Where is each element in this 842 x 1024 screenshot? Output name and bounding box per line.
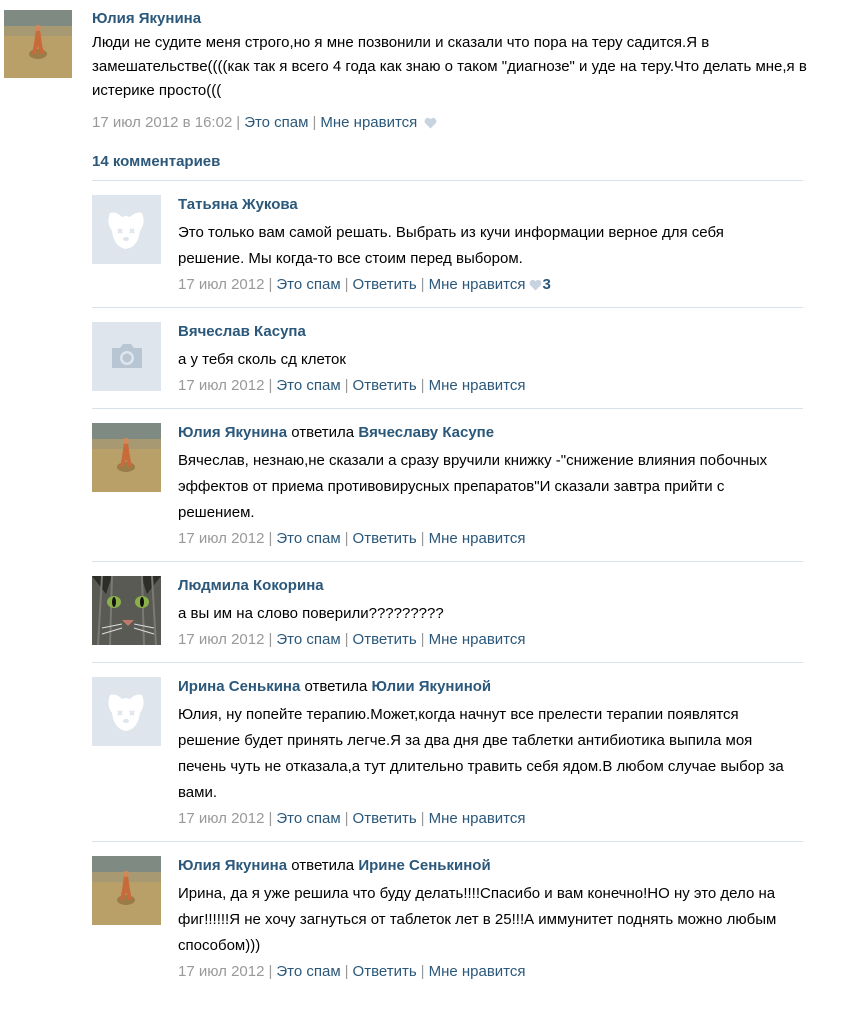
like-link[interactable]: Мне нравится	[429, 963, 526, 980]
reply-link[interactable]: Ответить	[353, 810, 417, 827]
reply-link[interactable]: Ответить	[353, 276, 417, 293]
reply-word: ответила	[291, 424, 355, 441]
comment-date: 17 июл 2012	[178, 963, 265, 980]
comment-text: Ирина, да я уже решила что буду делать!!…	[178, 885, 777, 954]
reply-word: ответила	[291, 857, 355, 874]
avatar[interactable]	[92, 423, 161, 492]
avatar[interactable]	[92, 856, 161, 925]
comment-meta: 17 июл 2012 | Это спам | Ответить | Мне нравит…	[178, 631, 526, 648]
like-link[interactable]: Мне нравится	[429, 377, 526, 394]
beach-photo-icon	[92, 423, 161, 492]
heart-icon[interactable]	[424, 117, 437, 129]
comment-text: а у тебя сколь сд клеток	[178, 351, 346, 368]
post-date: 17 июл 2012 в 16:02	[92, 114, 233, 131]
like-link[interactable]: Мне нравится	[429, 530, 526, 547]
comment-item: Людмила Кокорина а вы им на слово повери…	[92, 562, 803, 663]
reply-to-link[interactable]: Ирине Сенькиной	[358, 857, 490, 874]
comment-author-link[interactable]: Вячеслав Касупа	[178, 323, 306, 340]
reply-link[interactable]: Ответить	[353, 377, 417, 394]
comment-author-link[interactable]: Людмила Кокорина	[178, 577, 324, 594]
comment-author-link[interactable]: Юлия Якунина	[178, 424, 287, 441]
comment-header: Юлия Якунина ответила Вячеславу Касупе	[178, 423, 803, 443]
comment-text: Вячеслав, незнаю,не сказали а сразу вруч…	[178, 452, 768, 521]
reply-to-link[interactable]: Вячеславу Касупе	[358, 424, 494, 441]
dog-placeholder-icon	[92, 195, 161, 264]
comment-author-link[interactable]: Юлия Якунина	[178, 857, 287, 874]
comment-date: 17 июл 2012	[178, 810, 265, 827]
like-link[interactable]: Мне нравится	[429, 810, 526, 827]
comment-date: 17 июл 2012	[178, 530, 265, 547]
like-link[interactable]: Мне нравится	[429, 276, 526, 293]
spam-link[interactable]: Это спам	[276, 631, 340, 648]
avatar[interactable]	[4, 10, 72, 78]
comment-item: Ирина Сенькина ответила Юлии Якуниной Юл…	[92, 663, 803, 842]
reply-to-link[interactable]: Юлии Якуниной	[372, 678, 492, 695]
comment-text: а вы им на слово поверили?????????	[178, 605, 444, 622]
reply-word: ответила	[304, 678, 368, 695]
beach-photo-icon	[92, 856, 161, 925]
camera-placeholder-icon	[92, 322, 161, 391]
post-meta: 17 июл 2012 в 16:02 | Это спам | Мне нравитс…	[92, 113, 842, 133]
comment-item: Юлия Якунина ответила Ирине Сенькиной Ир…	[92, 842, 803, 994]
comment-item: Вячеслав Касупа а у тебя сколь сд клеток…	[92, 308, 803, 409]
comments-list: Татьяна Жукова Это только вам самой реша…	[92, 181, 803, 994]
comment-item: Татьяна Жукова Это только вам самой реша…	[92, 181, 803, 308]
avatar[interactable]	[92, 322, 161, 391]
comment-author-link[interactable]: Ирина Сенькина	[178, 678, 300, 695]
comment-item: Юлия Якунина ответила Вячеславу Касупе В…	[92, 409, 803, 562]
wall-post: Юлия Якунина Люди не судите меня строго,…	[0, 0, 842, 150]
comments-header[interactable]: 14 комментариев	[92, 153, 803, 181]
comment-header: Ирина Сенькина ответила Юлии Якуниной	[178, 677, 803, 697]
spam-link[interactable]: Это спам	[276, 276, 340, 293]
post-text: Люди не судите меня строго,но я мне позв…	[92, 34, 807, 99]
comment-header: Вячеслав Касупа	[178, 322, 803, 342]
comment-meta: 17 июл 2012 | Это спам | Ответить | Мне нравит…	[178, 963, 526, 980]
comment-header: Людмила Кокорина	[178, 576, 803, 596]
comment-meta: 17 июл 2012 | Это спам | Ответить | Мне нравит…	[178, 276, 551, 293]
comment-meta: 17 июл 2012 | Это спам | Ответить | Мне нравит…	[178, 810, 526, 827]
dog-placeholder-icon	[92, 677, 161, 746]
comment-text: Юлия, ну попейте терапию.Может,когда нач…	[178, 706, 784, 801]
comment-date: 17 июл 2012	[178, 377, 265, 394]
cat-photo-icon	[92, 576, 161, 645]
comment-meta: 17 июл 2012 | Это спам | Ответить | Мне нравит…	[178, 377, 526, 394]
comment-date: 17 июл 2012	[178, 276, 265, 293]
post-author-link[interactable]: Юлия Якунина	[92, 10, 201, 28]
spam-link[interactable]: Это спам	[276, 963, 340, 980]
heart-icon[interactable]	[529, 279, 542, 291]
avatar[interactable]	[92, 677, 161, 746]
like-link[interactable]: Мне нравится	[429, 631, 526, 648]
reply-link[interactable]: Ответить	[353, 530, 417, 547]
spam-link[interactable]: Это спам	[244, 114, 308, 131]
spam-link[interactable]: Это спам	[276, 377, 340, 394]
comment-header: Татьяна Жукова	[178, 195, 803, 215]
comment-author-link[interactable]: Татьяна Жукова	[178, 196, 298, 213]
reply-link[interactable]: Ответить	[353, 631, 417, 648]
comment-text: Это только вам самой решать. Выбрать из …	[178, 224, 724, 267]
reply-link[interactable]: Ответить	[353, 963, 417, 980]
beach-photo-icon	[4, 10, 72, 78]
spam-link[interactable]: Это спам	[276, 810, 340, 827]
like-link[interactable]: Мне нравится	[320, 114, 417, 131]
comment-header: Юлия Якунина ответила Ирине Сенькиной	[178, 856, 803, 876]
spam-link[interactable]: Это спам	[276, 530, 340, 547]
likes-count[interactable]: 3	[543, 276, 551, 293]
avatar[interactable]	[92, 195, 161, 264]
comment-meta: 17 июл 2012 | Это спам | Ответить | Мне нравит…	[178, 530, 526, 547]
comment-date: 17 июл 2012	[178, 631, 265, 648]
avatar[interactable]	[92, 576, 161, 645]
